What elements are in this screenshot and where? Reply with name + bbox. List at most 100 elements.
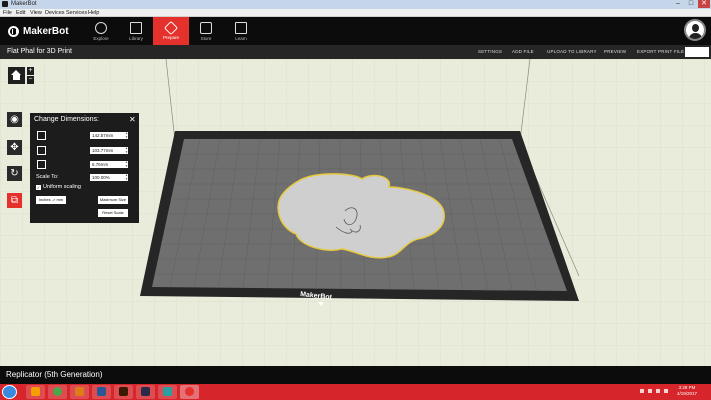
z-dimension-input[interactable]: 6.76mm bbox=[90, 161, 128, 168]
app-icon bbox=[163, 387, 172, 396]
taskbar-app-2[interactable] bbox=[48, 385, 67, 399]
settings-button[interactable]: SETTINGS bbox=[478, 49, 502, 54]
view-tool-button[interactable]: ◉ bbox=[7, 112, 22, 127]
menu-services[interactable]: Services bbox=[66, 10, 87, 16]
store-icon bbox=[200, 22, 212, 34]
inches-to-mm-button[interactable]: Inches -> mm bbox=[36, 196, 66, 204]
tab-library[interactable]: Library bbox=[118, 17, 154, 45]
project-header: Flat Phal for 3D Print SETTINGS ADD FILE… bbox=[0, 45, 711, 59]
taskbar-app-4[interactable] bbox=[92, 385, 111, 399]
tab-learn[interactable]: Learn bbox=[223, 17, 259, 45]
rotate-icon: ↻ bbox=[10, 168, 19, 179]
z-dimension-icon bbox=[37, 160, 46, 169]
close-icon[interactable]: ✕ bbox=[129, 115, 136, 124]
rotate-tool-button[interactable]: ↻ bbox=[7, 166, 22, 181]
maximum-size-button[interactable]: Maximum Size bbox=[98, 196, 128, 204]
taskbar-app-1[interactable] bbox=[26, 385, 45, 399]
change-dimensions-panel: Change Dimensions: ✕ 142.57mm ▲ ▼ 103.77m… bbox=[30, 113, 139, 223]
tab-explore-label: Explore bbox=[93, 36, 109, 41]
window-title-bar: MakerBot – □ ✕ bbox=[0, 0, 711, 9]
printer-status-bar[interactable]: Replicator (5th Generation) bbox=[0, 366, 711, 384]
menu-help[interactable]: Help bbox=[88, 10, 99, 16]
library-icon bbox=[130, 22, 142, 34]
panel-title: Change Dimensions: bbox=[34, 116, 99, 123]
illustrator-icon bbox=[119, 387, 128, 396]
tray-battery-icon[interactable] bbox=[656, 389, 660, 393]
taskbar-clock[interactable]: 3:28 PM 4/19/2017 bbox=[677, 385, 697, 397]
uniform-scaling-label: Uniform scaling bbox=[43, 184, 81, 190]
taskbar-app-makerbot[interactable] bbox=[180, 385, 199, 399]
uniform-scaling-checkbox[interactable]: ✓ bbox=[36, 185, 41, 190]
clock-date: 4/19/2017 bbox=[677, 391, 698, 396]
print-button[interactable] bbox=[685, 47, 709, 57]
y-dimension-icon bbox=[37, 146, 46, 155]
media-icon bbox=[75, 387, 84, 396]
start-button[interactable] bbox=[2, 385, 17, 399]
menu-devices[interactable]: Devices bbox=[45, 10, 65, 16]
compass-icon bbox=[95, 22, 107, 34]
menu-file[interactable]: File bbox=[3, 10, 12, 16]
printer-name: Replicator (5th Generation) bbox=[6, 370, 103, 379]
upload-to-library-button[interactable]: UPLOAD TO LIBRARY bbox=[547, 49, 597, 54]
move-tool-button[interactable]: ✥ bbox=[7, 140, 22, 155]
x-dimension-input[interactable]: 142.57mm bbox=[90, 132, 128, 139]
reset-scale-button[interactable]: Reset Scale bbox=[98, 209, 128, 217]
learn-icon bbox=[235, 22, 247, 34]
makerbot-app-icon bbox=[2, 1, 8, 7]
scale-icon: ⧉ bbox=[10, 195, 19, 206]
scale-input[interactable]: 100.00% bbox=[90, 174, 128, 181]
user-icon bbox=[692, 24, 699, 32]
tab-prepare[interactable]: Prepare bbox=[153, 17, 189, 45]
x-stepper[interactable]: ▲ ▼ bbox=[125, 131, 128, 139]
zoom-in-button[interactable]: + bbox=[27, 67, 34, 75]
scale-tool-button[interactable]: ⧉ bbox=[7, 193, 22, 208]
menu-bar: File Edit View Devices Services Help bbox=[0, 9, 711, 17]
window-title: MakerBot bbox=[11, 1, 37, 7]
tab-store[interactable]: Store bbox=[188, 17, 224, 45]
logo-text: MakerBot bbox=[23, 25, 69, 37]
tray-volume-icon[interactable] bbox=[664, 389, 668, 393]
premiere-icon bbox=[141, 387, 150, 396]
tab-store-label: Store bbox=[200, 36, 212, 41]
tab-library-label: Library bbox=[129, 36, 143, 41]
tab-prepare-label: Prepare bbox=[162, 35, 179, 40]
taskbar-app-6[interactable] bbox=[136, 385, 155, 399]
tab-explore[interactable]: Explore bbox=[83, 17, 119, 45]
build-viewport[interactable]: MakerBot + − ◉ ✥ ↻ ⧉ Change Dimensions: … bbox=[0, 59, 711, 366]
home-view-button[interactable] bbox=[8, 67, 25, 84]
maximize-button[interactable]: □ bbox=[685, 0, 697, 8]
chrome-icon bbox=[53, 387, 62, 396]
tray-flag-icon[interactable] bbox=[640, 389, 644, 393]
top-navigation: MakerBot Explore Library Prepare Store L… bbox=[0, 17, 711, 45]
taskbar-app-5[interactable] bbox=[114, 385, 133, 399]
menu-edit[interactable]: Edit bbox=[16, 10, 25, 16]
preview-button[interactable]: PREVIEW bbox=[604, 49, 626, 54]
z-stepper[interactable]: ▲ ▼ bbox=[125, 160, 128, 168]
minimize-button[interactable]: – bbox=[672, 0, 684, 8]
avatar[interactable] bbox=[684, 19, 706, 41]
x-dimension-icon bbox=[37, 131, 46, 140]
y-stepper[interactable]: ▲ ▼ bbox=[125, 146, 128, 154]
prepare-icon bbox=[163, 20, 179, 36]
clock-time: 3:28 PM bbox=[678, 385, 696, 390]
project-title: Flat Phal for 3D Print bbox=[7, 48, 72, 55]
word-icon bbox=[97, 387, 106, 396]
makerbot-icon bbox=[185, 387, 194, 396]
eye-icon: ◉ bbox=[10, 114, 19, 125]
taskbar-app-3[interactable] bbox=[70, 385, 89, 399]
windows-taskbar: 3:28 PM 4/19/2017 bbox=[0, 384, 711, 400]
taskbar-app-7[interactable] bbox=[158, 385, 177, 399]
menu-view[interactable]: View bbox=[30, 10, 42, 16]
export-print-file-button[interactable]: EXPORT PRINT FILE bbox=[637, 49, 684, 54]
tray-network-icon[interactable] bbox=[648, 389, 652, 393]
zoom-out-button[interactable]: − bbox=[27, 76, 34, 84]
y-dimension-input[interactable]: 103.77mm bbox=[90, 147, 128, 154]
tab-learn-label: Learn bbox=[235, 36, 247, 41]
close-window-button[interactable]: ✕ bbox=[698, 0, 710, 8]
makerbot-logo-icon bbox=[8, 25, 19, 37]
add-file-button[interactable]: ADD FILE bbox=[512, 49, 534, 54]
makerbot-logo: MakerBot bbox=[8, 23, 69, 39]
move-icon: ✥ bbox=[10, 142, 19, 153]
scale-to-label: Scale To: bbox=[36, 174, 59, 180]
scale-stepper[interactable]: ▲ ▼ bbox=[125, 173, 128, 181]
